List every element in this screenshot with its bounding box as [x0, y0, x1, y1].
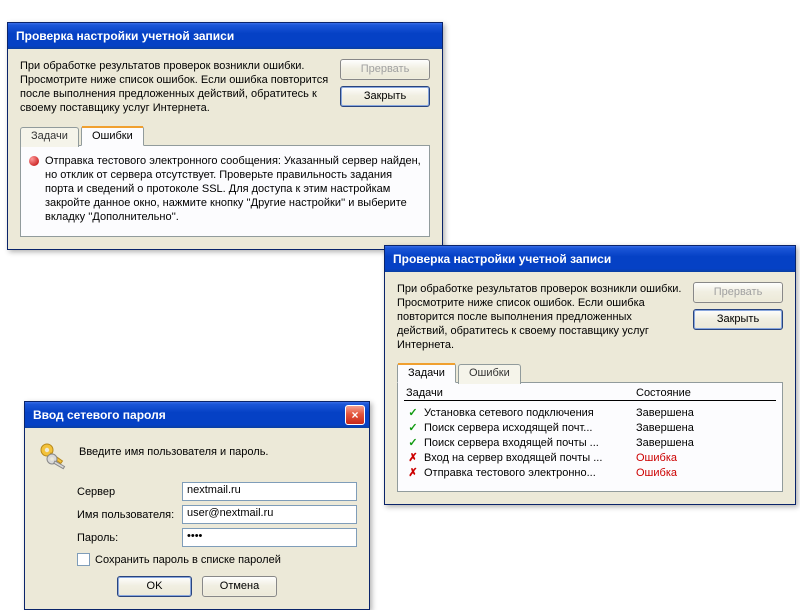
abort-button: Прервать	[340, 59, 430, 80]
task-name: Поиск сервера исходящей почт...	[424, 422, 636, 434]
task-state: Завершена	[636, 422, 774, 434]
window-title: Ввод сетевого пароля	[33, 408, 345, 422]
abort-button: Прервать	[693, 282, 783, 303]
password-field[interactable]: ••••	[182, 528, 357, 547]
tab-errors[interactable]: Ошибки	[458, 364, 521, 384]
task-row: ✓ Поиск сервера входящей почты ...Заверше…	[404, 435, 776, 450]
col-tasks: Задачи	[406, 387, 636, 399]
keys-icon	[37, 440, 69, 472]
task-state: Завершена	[636, 407, 774, 419]
task-state: Ошибка	[636, 467, 774, 479]
instruction-text: Введите имя пользователя и пароль.	[79, 440, 269, 458]
close-button[interactable]: Закрыть	[340, 86, 430, 107]
task-name: Поиск сервера входящей почты ...	[424, 437, 636, 449]
dialog-message: При обработке результатов проверок возни…	[397, 282, 683, 352]
error-icon	[29, 156, 39, 166]
check-icon: ✓	[406, 421, 420, 434]
window-title: Проверка настройки учетной записи	[393, 252, 791, 266]
task-list-header: Задачи Состояние	[404, 387, 776, 401]
cross-icon: ✗	[406, 451, 420, 464]
label-username: Имя пользователя:	[77, 509, 182, 521]
close-icon[interactable]: ×	[345, 405, 365, 425]
col-state: Состояние	[636, 387, 774, 399]
network-password-dialog: Ввод сетевого пароля × Введите имя польз…	[24, 401, 370, 610]
cross-icon: ✗	[406, 466, 420, 479]
task-state: Ошибка	[636, 452, 774, 464]
task-name: Отправка тестового электронно...	[424, 467, 636, 479]
tab-tasks[interactable]: Задачи	[20, 127, 79, 147]
check-settings-dialog-errors: Проверка настройки учетной записи При об…	[7, 22, 443, 250]
check-icon: ✓	[406, 406, 420, 419]
save-password-label: Сохранить пароль в списке паролей	[95, 554, 281, 566]
task-row: ✓ Поиск сервера исходящей почт...Завершен…	[404, 420, 776, 435]
titlebar[interactable]: Проверка настройки учетной записи	[385, 246, 795, 272]
dialog-message: При обработке результатов проверок возни…	[20, 59, 330, 115]
task-row: ✗ Отправка тестового электронно... Ошибка	[404, 465, 776, 480]
cancel-button[interactable]: Отмена	[202, 576, 277, 597]
tab-errors[interactable]: Ошибки	[81, 126, 144, 146]
save-password-checkbox[interactable]	[77, 553, 90, 566]
window-title: Проверка настройки учетной записи	[16, 29, 438, 43]
label-password: Пароль:	[77, 532, 182, 544]
titlebar[interactable]: Ввод сетевого пароля ×	[25, 402, 369, 428]
titlebar[interactable]: Проверка настройки учетной записи	[8, 23, 442, 49]
error-message: Отправка тестового электронного сообщени…	[45, 154, 421, 224]
close-button[interactable]: Закрыть	[693, 309, 783, 330]
task-state: Завершена	[636, 437, 774, 449]
check-settings-dialog-tasks: Проверка настройки учетной записи При об…	[384, 245, 796, 505]
task-name: Установка сетевого подключения	[424, 407, 636, 419]
check-icon: ✓	[406, 436, 420, 449]
ok-button[interactable]: OK	[117, 576, 192, 597]
task-row: ✓ Установка сетевого подключенияЗавершена	[404, 405, 776, 420]
server-field[interactable]: nextmail.ru	[182, 482, 357, 501]
label-server: Сервер	[77, 486, 182, 498]
task-name: Вход на сервер входящей почты ...	[424, 452, 636, 464]
tab-tasks[interactable]: Задачи	[397, 363, 456, 383]
username-field[interactable]: user@nextmail.ru	[182, 505, 357, 524]
task-row: ✗ Вход на сервер входящей почты ... Ошибк…	[404, 450, 776, 465]
